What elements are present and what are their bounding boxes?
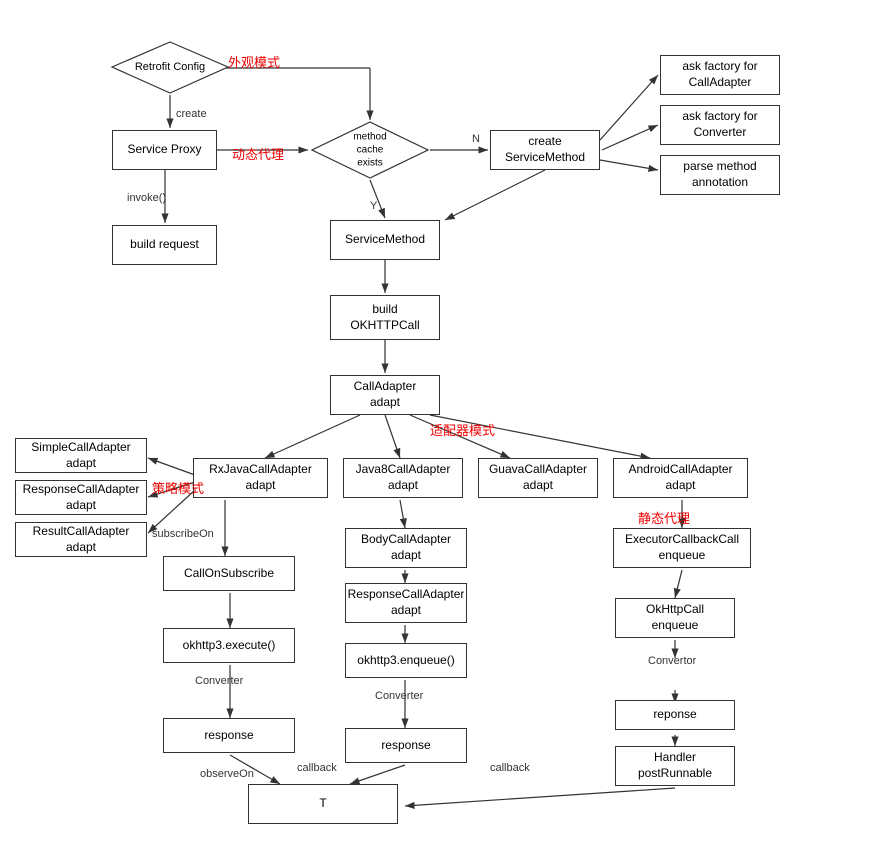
build-okhttpcall-box: buildOKHTTPCall [330, 295, 440, 340]
okhttp3-execute-box: okhttp3.execute() [163, 628, 295, 663]
response1-box: response [163, 718, 295, 753]
t-label: T [319, 796, 326, 812]
response1-label: response [204, 728, 253, 744]
handler-post-label: HandlerpostRunnable [638, 750, 712, 781]
guava-calladapter-box: GuavaCallAdapteradapt [478, 458, 598, 498]
rxjava-calladapter-box: RxJavaCallAdapteradapt [193, 458, 328, 498]
guava-calladapter-label: GuavaCallAdapteradapt [489, 462, 587, 493]
parse-method-annotation-label: parse methodannotation [683, 159, 756, 190]
resultcalladapter-box: ResultCallAdapteradapt [15, 522, 147, 557]
build-request-label: build request [130, 237, 199, 253]
retrofit-config-label: Retrofit Config [135, 60, 205, 74]
reponse-box: reponse [615, 700, 735, 730]
create-service-method-box: createServiceMethod [490, 130, 600, 170]
response2-box: response [345, 728, 467, 763]
executor-callback-box: ExecutorCallbackCallenqueue [613, 528, 751, 568]
callback2-label: callback [490, 762, 530, 774]
simplecalladapter-label: SimpleCallAdapteradapt [31, 440, 130, 471]
converter1-label: Converter [195, 675, 243, 687]
subscribeon-label: subscribeOn [152, 528, 214, 540]
responsecalladapter1-box: ResponseCallAdapteradapt [15, 480, 147, 515]
calladapter-adapt-label: CallAdapteradapt [354, 379, 417, 410]
ask-factory-calladapter-box: ask factory forCallAdapter [660, 55, 780, 95]
invoke-arrow-label: invoke() [127, 192, 166, 204]
create-arrow-label: create [176, 108, 207, 120]
callonsubscribe-label: CallOnSubscribe [184, 566, 274, 582]
diagram: Retrofit Config Service Proxy build requ… [0, 0, 891, 842]
build-okhttpcall-label: buildOKHTTPCall [350, 302, 419, 333]
ask-factory-converter-box: ask factory forConverter [660, 105, 780, 145]
service-method-label: ServiceMethod [345, 232, 425, 248]
parse-method-annotation-box: parse methodannotation [660, 155, 780, 195]
convertor-label: Convertor [648, 655, 696, 667]
handler-post-box: HandlerpostRunnable [615, 746, 735, 786]
adapter-mode-label: 适配器模式 [430, 420, 495, 439]
observeon-label: observeOn [200, 768, 254, 780]
converter2-label: Converter [375, 690, 423, 702]
service-method-box: ServiceMethod [330, 220, 440, 260]
callonsubscribe-box: CallOnSubscribe [163, 556, 295, 591]
okhttp3-execute-label: okhttp3.execute() [183, 638, 276, 654]
java8-calladapter-box: Java8CallAdapteradapt [343, 458, 463, 498]
build-request-box: build request [112, 225, 217, 265]
outer-mode-label: 外观模式 [228, 52, 280, 71]
calladapter-adapt-box: CallAdapteradapt [330, 375, 440, 415]
service-proxy-label: Service Proxy [127, 142, 201, 158]
simplecalladapter-box: SimpleCallAdapteradapt [15, 438, 147, 473]
retrofit-config-box: Retrofit Config [110, 40, 230, 95]
ask-factory-calladapter-label: ask factory forCallAdapter [682, 59, 757, 90]
service-proxy-box: Service Proxy [112, 130, 217, 170]
okhttp3-enqueue-label: okhttp3.enqueue() [357, 653, 454, 669]
method-cache-label: method cacheexists [340, 131, 400, 170]
resultcalladapter-label: ResultCallAdapteradapt [33, 524, 130, 555]
reponse-label: reponse [653, 707, 696, 723]
android-calladapter-label: AndroidCallAdapteradapt [628, 462, 732, 493]
responsecalladapter2-box: ResponseCallAdapteradapt [345, 583, 467, 623]
rxjava-calladapter-label: RxJavaCallAdapteradapt [209, 462, 312, 493]
okhttpcall-enqueue-label: OkHttpCallenqueue [646, 602, 704, 633]
responsecalladapter1-label: ResponseCallAdapteradapt [23, 482, 140, 513]
method-cache-diamond: method cacheexists [310, 120, 430, 180]
n-label: N [472, 133, 480, 145]
ask-factory-converter-label: ask factory forConverter [682, 109, 757, 140]
java8-calladapter-label: Java8CallAdapteradapt [356, 462, 451, 493]
t-box: T [248, 784, 398, 824]
response2-label: response [381, 738, 430, 754]
okhttp3-enqueue-box: okhttp3.enqueue() [345, 643, 467, 678]
okhttpcall-enqueue-box: OkHttpCallenqueue [615, 598, 735, 638]
create-service-method-label: createServiceMethod [505, 134, 585, 165]
bodycalladapter-label: BodyCallAdapteradapt [361, 532, 451, 563]
dynamic-proxy-label: 动态代理 [232, 144, 284, 163]
static-proxy-label: 静态代理 [638, 508, 690, 527]
bodycalladapter-box: BodyCallAdapteradapt [345, 528, 467, 568]
executor-callback-label: ExecutorCallbackCallenqueue [625, 532, 739, 563]
android-calladapter-box: AndroidCallAdapteradapt [613, 458, 748, 498]
responsecalladapter2-label: ResponseCallAdapteradapt [348, 587, 465, 618]
callback1-label: callback [297, 762, 337, 774]
strategy-mode-label: 策略模式 [152, 478, 204, 497]
y-label: Y [370, 200, 377, 212]
